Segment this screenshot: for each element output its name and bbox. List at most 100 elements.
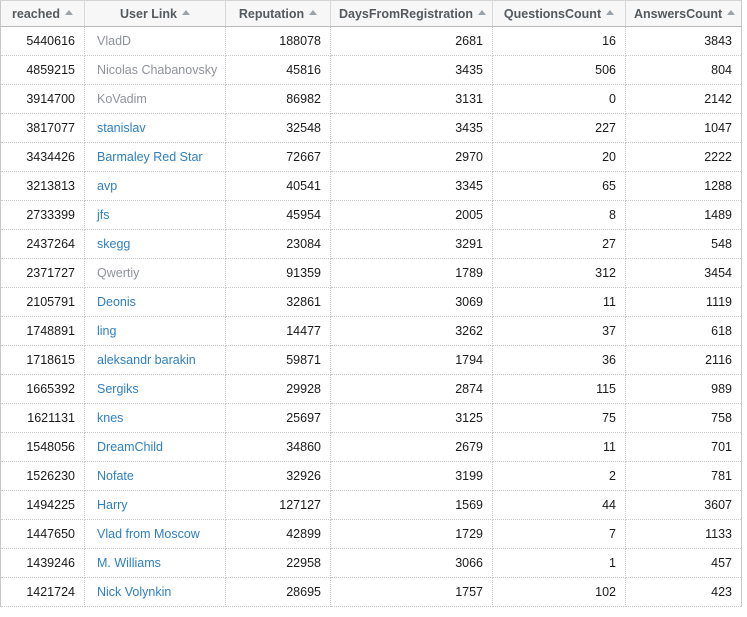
cell-rep: 29928 <box>225 374 331 404</box>
column-header-label: QuestionsCount <box>503 6 602 21</box>
user-profile-link[interactable]: Nick Volynkin <box>97 585 171 599</box>
cell-acount: 804 <box>625 55 742 85</box>
cell-rep: 188078 <box>225 26 331 56</box>
table-row: 5440616 VladD 188078 2681 16 3843 <box>0 26 742 56</box>
cell-acount: 1119 <box>625 287 742 317</box>
user-profile-link[interactable]: Nofate <box>97 469 134 483</box>
cell-rep: 45816 <box>225 55 331 85</box>
table-row: 1421724 Nick Volynkin 28695 1757 102 423 <box>0 577 742 607</box>
cell-acount: 3454 <box>625 258 742 288</box>
cell-rep: 28695 <box>225 577 331 607</box>
user-profile-link[interactable]: Deonis <box>97 295 136 309</box>
cell-rep: 25697 <box>225 403 331 433</box>
cell-days: 3435 <box>330 55 493 85</box>
user-profile-link[interactable]: Sergiks <box>97 382 139 396</box>
user-profile-link[interactable]: aleksandr barakin <box>97 353 196 367</box>
cell-qcount: 227 <box>492 113 626 143</box>
cell-acount: 2222 <box>625 142 742 172</box>
table-row: 1548056 DreamChild 34860 2679 11 701 <box>0 432 742 462</box>
results-grid-container: reached User Link Reputation DaysFromRegist… <box>0 0 747 617</box>
cell-qcount: 11 <box>492 432 626 462</box>
user-profile-link[interactable]: Vlad from Moscow <box>97 527 200 541</box>
column-header-reached[interactable]: reached <box>0 0 85 27</box>
user-profile-link[interactable]: jfs <box>97 208 110 222</box>
user-profile-link[interactable]: knes <box>97 411 123 425</box>
cell-days: 2970 <box>330 142 493 172</box>
cell-reached: 3817077 <box>0 113 85 143</box>
cell-rep: 59871 <box>225 345 331 375</box>
cell-user-link: knes <box>84 403 226 433</box>
table-row: 4859215 Nicolas Chabanovsky 45816 3435 506 80… <box>0 55 742 85</box>
table-body: 5440616 VladD 188078 2681 16 3843 4859215 Nicol… <box>0 26 742 607</box>
cell-qcount: 506 <box>492 55 626 85</box>
sort-asc-triangle-icon[interactable] <box>181 10 190 16</box>
cell-acount: 2142 <box>625 84 742 114</box>
cell-acount: 989 <box>625 374 742 404</box>
cell-days: 3345 <box>330 171 493 201</box>
cell-reached: 2371727 <box>0 258 85 288</box>
cell-acount: 2116 <box>625 345 742 375</box>
cell-days: 3069 <box>330 287 493 317</box>
cell-acount: 423 <box>625 577 742 607</box>
sort-asc-triangle-icon[interactable] <box>64 10 73 16</box>
cell-user-link: Harry <box>84 490 226 520</box>
cell-qcount: 36 <box>492 345 626 375</box>
table-row: 1748891 ling 14477 3262 37 618 <box>0 316 742 346</box>
cell-user-link: skegg <box>84 229 226 259</box>
sort-asc-triangle-icon[interactable] <box>727 10 736 16</box>
user-profile-link[interactable]: stanislav <box>97 121 146 135</box>
cell-reached: 1718615 <box>0 345 85 375</box>
user-profile-link[interactable]: ling <box>97 324 116 338</box>
user-profile-link[interactable]: Nicolas Chabanovsky <box>97 63 217 77</box>
cell-rep: 86982 <box>225 84 331 114</box>
column-header-qcount[interactable]: QuestionsCount <box>492 0 626 27</box>
cell-reached: 1548056 <box>0 432 85 462</box>
table-row: 1439246 M. Williams 22958 3066 1 457 <box>0 548 742 578</box>
cell-acount: 1047 <box>625 113 742 143</box>
sort-asc-triangle-icon[interactable] <box>309 10 318 16</box>
cell-user-link: Nick Volynkin <box>84 577 226 607</box>
column-header-label: DaysFromRegistration <box>339 6 474 21</box>
user-profile-link[interactable]: avp <box>97 179 117 193</box>
cell-acount: 618 <box>625 316 742 346</box>
cell-rep: 32926 <box>225 461 331 491</box>
column-header-label: reached <box>12 6 60 21</box>
cell-rep: 40541 <box>225 171 331 201</box>
column-header-days[interactable]: DaysFromRegistration <box>330 0 493 27</box>
cell-days: 1729 <box>330 519 493 549</box>
cell-reached: 3914700 <box>0 84 85 114</box>
sort-asc-triangle-icon[interactable] <box>478 10 487 16</box>
cell-user-link: KoVadim <box>84 84 226 114</box>
column-header-acount[interactable]: AnswersCount <box>625 0 742 27</box>
column-header-user[interactable]: User Link <box>84 0 226 27</box>
user-profile-link[interactable]: Barmaley Red Star <box>97 150 203 164</box>
cell-user-link: ling <box>84 316 226 346</box>
cell-qcount: 312 <box>492 258 626 288</box>
user-profile-link[interactable]: M. Williams <box>97 556 161 570</box>
user-profile-link[interactable]: DreamChild <box>97 440 163 454</box>
column-header-inner: Reputation <box>239 7 318 21</box>
cell-qcount: 1 <box>492 548 626 578</box>
column-header-inner: reached <box>12 6 73 21</box>
cell-rep: 34860 <box>225 432 331 462</box>
cell-acount: 701 <box>625 432 742 462</box>
cell-qcount: 65 <box>492 171 626 201</box>
cell-days: 2681 <box>330 26 493 56</box>
user-profile-link[interactable]: VladD <box>97 34 131 48</box>
column-header-inner: User Link <box>120 7 190 21</box>
cell-qcount: 20 <box>492 142 626 172</box>
user-profile-link[interactable]: Qwertiy <box>97 266 139 280</box>
cell-acount: 1489 <box>625 200 742 230</box>
cell-qcount: 7 <box>492 519 626 549</box>
cell-reached: 1621131 <box>0 403 85 433</box>
table-row: 2105791 Deonis 32861 3069 11 1119 <box>0 287 742 317</box>
user-profile-link[interactable]: Harry <box>97 498 128 512</box>
table-row: 1494225 Harry 127127 1569 44 3607 <box>0 490 742 520</box>
cell-days: 2005 <box>330 200 493 230</box>
cell-qcount: 44 <box>492 490 626 520</box>
column-header-rep[interactable]: Reputation <box>225 0 331 27</box>
sort-asc-triangle-icon[interactable] <box>606 10 615 16</box>
cell-acount: 457 <box>625 548 742 578</box>
user-profile-link[interactable]: KoVadim <box>97 92 147 106</box>
user-profile-link[interactable]: skegg <box>97 237 130 251</box>
